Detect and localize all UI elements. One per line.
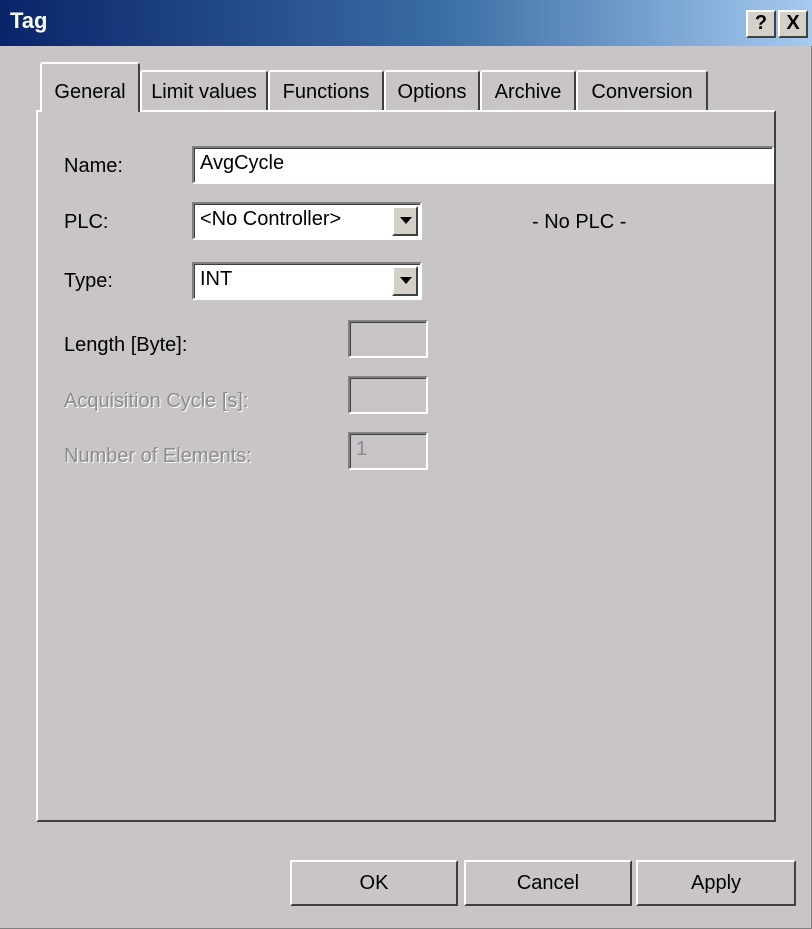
plc-dropdown[interactable]: <No Controller> bbox=[192, 202, 422, 240]
ok-button[interactable]: OK bbox=[290, 860, 458, 906]
tab-options[interactable]: Options bbox=[384, 70, 480, 110]
type-value: INT bbox=[200, 268, 233, 290]
tab-label: Functions bbox=[282, 81, 370, 103]
general-panel: Name: AvgCycle PLC: <No Controller> - No… bbox=[36, 110, 776, 822]
ok-label: OK bbox=[359, 872, 389, 894]
length-field bbox=[348, 320, 428, 358]
apply-button[interactable]: Apply bbox=[636, 860, 796, 906]
tab-general[interactable]: General bbox=[40, 62, 140, 112]
plc-value: <No Controller> bbox=[200, 208, 342, 230]
name-value: AvgCycle bbox=[200, 152, 285, 174]
plc-status: - No PLC - bbox=[532, 211, 627, 233]
tab-label: Conversion bbox=[591, 81, 693, 103]
tab-archive[interactable]: Archive bbox=[480, 70, 576, 110]
help-icon: ? bbox=[754, 12, 768, 34]
number-of-elements-value: 1 bbox=[356, 438, 368, 460]
plc-label: PLC: bbox=[64, 211, 109, 233]
length-label: Length [Byte]: bbox=[64, 334, 188, 356]
number-of-elements-field: 1 bbox=[348, 432, 428, 470]
apply-label: Apply bbox=[690, 872, 742, 894]
name-label: Name: bbox=[64, 155, 123, 177]
title-bar: Tag ? X bbox=[0, 0, 812, 46]
chevron-down-icon[interactable] bbox=[392, 206, 418, 236]
close-icon: X bbox=[786, 12, 800, 34]
help-button[interactable]: ? bbox=[746, 10, 776, 38]
type-label: Type: bbox=[64, 270, 113, 292]
tab-conversion[interactable]: Conversion bbox=[576, 70, 708, 110]
number-of-elements-label: Number of Elements: bbox=[64, 445, 252, 467]
tab-label: Limit values bbox=[151, 81, 257, 103]
close-button[interactable]: X bbox=[778, 10, 808, 38]
tab-label: Archive bbox=[494, 81, 562, 103]
type-dropdown[interactable]: INT bbox=[192, 262, 422, 300]
window-title: Tag bbox=[10, 8, 48, 33]
name-field[interactable]: AvgCycle bbox=[192, 146, 774, 184]
cancel-button[interactable]: Cancel bbox=[464, 860, 632, 906]
tab-limit-values[interactable]: Limit values bbox=[140, 70, 268, 110]
tag-dialog: Tag ? X General Limit values Functions O… bbox=[0, 0, 812, 929]
tab-label: General bbox=[54, 81, 126, 103]
cancel-label: Cancel bbox=[516, 872, 580, 894]
tab-label: Options bbox=[397, 81, 467, 103]
acquisition-cycle-label: Acquisition Cycle [s]: bbox=[64, 390, 249, 412]
acquisition-cycle-field bbox=[348, 376, 428, 414]
chevron-down-icon[interactable] bbox=[392, 266, 418, 296]
tab-functions[interactable]: Functions bbox=[268, 70, 384, 110]
